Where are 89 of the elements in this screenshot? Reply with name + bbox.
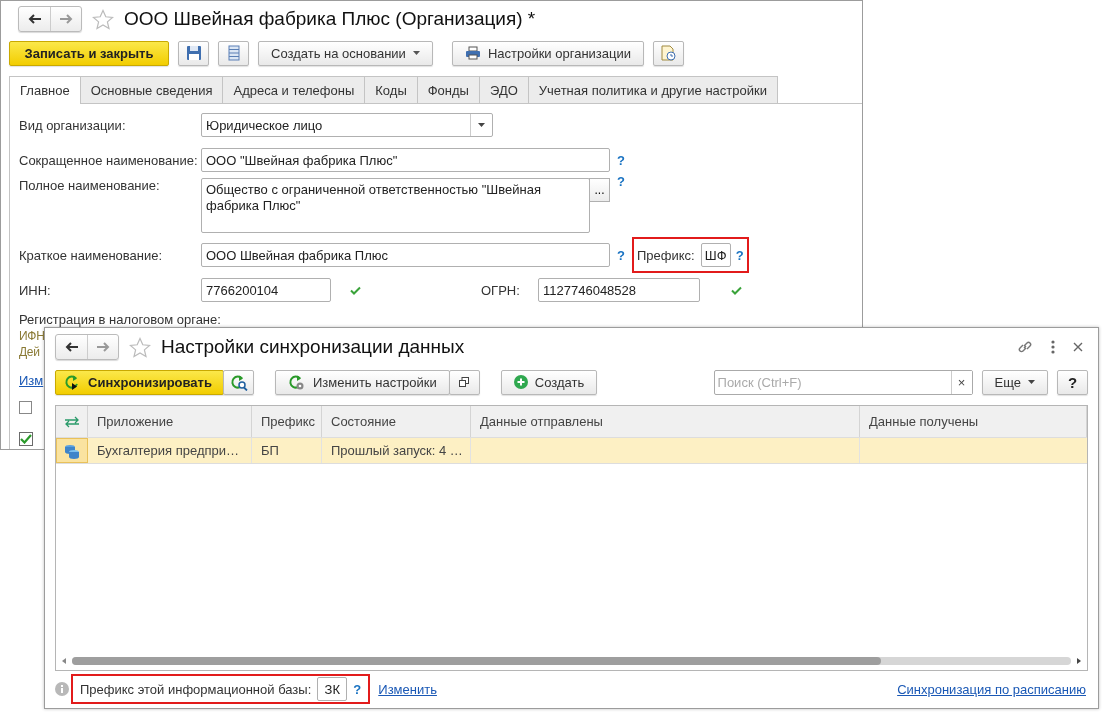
window-title: ООО Швейная фабрика Плюс (Организация) * [124,8,536,30]
document-clock-button[interactable] [653,40,684,66]
sync-search-button[interactable] [223,369,254,395]
organization-settings-button[interactable]: Настройки организации [451,40,644,66]
field-label: Сокращенное наименование: [19,152,199,168]
tab[interactable]: Учетная политика и другие настройки [527,76,778,103]
checkbox[interactable] [19,400,32,414]
windows-icon [459,377,470,387]
column-header: Приложение [88,406,252,437]
scroll-right-icon [1077,658,1081,664]
list-button[interactable] [218,40,249,66]
sync-gear-icon [288,373,306,391]
field-label: Префикс: [637,247,695,263]
text-field[interactable]: ООО "Швейная фабрика Плюс" [201,148,610,172]
table-row[interactable]: Бухгалтерия предпри… БП Прошлый запуск: 4 … [56,438,1087,464]
change-link[interactable]: Изменить [378,681,437,697]
text-field[interactable]: ООО Швейная фабрика Плюс [201,243,610,267]
field-label: Полное наименование: [19,178,161,193]
scroll-left-icon [62,658,66,664]
help-link[interactable]: ? [617,152,625,168]
text-field[interactable]: 7766200104 [201,278,331,302]
tab[interactable]: Фонды [416,76,480,103]
sync-icon [64,374,80,390]
field-label: Краткое наименование: [19,247,164,263]
prefix-field[interactable]: ЗК [317,677,348,701]
document-clock-icon [660,45,677,61]
forward-arrow-icon [95,340,111,354]
help-link[interactable]: ? [617,174,625,189]
info-icon [55,682,69,696]
table-cell: Прошлый запуск: 4 … [322,438,471,463]
table-cell: Бухгалтерия предпри… [88,438,252,463]
field-label: ИНН: [19,282,52,298]
star-icon[interactable] [129,336,151,358]
tab[interactable]: Коды [364,76,418,103]
caret-icon [412,51,420,55]
help-link[interactable]: ? [617,247,625,263]
checkmark-icon [20,434,32,444]
checkbox[interactable] [19,432,33,446]
link-icon[interactable] [1017,339,1033,355]
exchange-arrows-icon [63,415,80,428]
column-header: Данные отправлены [471,406,860,437]
section-caption: Регистрация в налоговом органе: [19,311,221,327]
help-link[interactable]: ? [353,681,362,697]
field-label: Префикс этой информационной базы: [80,681,312,697]
text-area[interactable]: Общество с ограниченной ответственностью "Швейная фабрика Плюс" [201,178,590,233]
more-icon[interactable] [1051,340,1055,354]
save-and-close-button[interactable]: Записать и закрыть [9,40,169,66]
search-field[interactable]: Поиск (Ctrl+F) × [713,369,973,395]
field-label: ОГРН: [481,282,521,298]
back-arrow-icon [63,340,80,354]
prefix-field[interactable]: ШФ [700,243,731,267]
create-based-on-button[interactable]: Создать на основании [258,40,433,66]
table-cell: БП [252,438,322,463]
column-header: Состояние [322,406,471,437]
more-button[interactable]: Еще [981,369,1048,395]
window-title: Настройки синхронизации данных [161,336,465,358]
tab[interactable]: Основные сведения [79,76,224,103]
tab[interactable]: ЭДО [478,76,529,103]
clear-button[interactable]: × [950,370,972,394]
forward-arrow-icon [58,12,74,26]
caret-icon [478,123,485,127]
help-button[interactable]: ? [1057,369,1088,395]
schedule-link[interactable]: Синхронизация по расписанию [897,681,1086,697]
dropdown-field[interactable]: Юридическое лицо [201,113,493,137]
back-arrow-icon [26,12,43,26]
printer-icon [464,46,481,60]
info-text: ИФН [19,329,45,343]
column-header: Данные получены [860,406,1087,437]
list-icon [227,45,240,61]
column-header: Префикс [252,406,322,437]
text-field[interactable]: 1127746048528 [538,278,700,302]
close-icon[interactable] [1073,342,1083,352]
change-settings-button[interactable]: Изменить настройки [275,369,450,395]
database-icon [64,442,80,459]
plus-circle-icon [513,375,528,389]
synchronize-button[interactable]: Синхронизировать [55,369,224,395]
help-link[interactable]: ? [735,247,744,263]
field-label: Вид организации: [19,117,127,133]
tab[interactable]: Адреса и телефоны [222,76,366,103]
star-icon[interactable] [92,8,114,30]
tab[interactable]: Главное [9,76,81,104]
save-button[interactable] [178,40,209,66]
sync-magnifier-icon [229,373,248,391]
info-text: Дей [19,345,40,359]
create-button[interactable]: Создать [500,369,598,395]
caret-icon [1028,380,1035,384]
open-window-button[interactable] [448,369,480,395]
link[interactable]: Изм [19,372,44,388]
ellipsis-button[interactable]: ... [589,178,610,202]
